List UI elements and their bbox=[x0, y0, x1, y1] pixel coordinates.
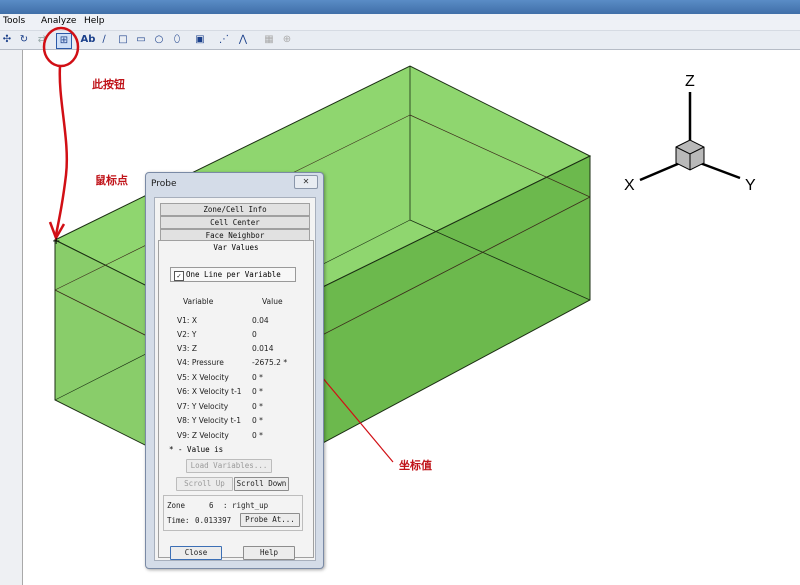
time-value: 0.013397 bbox=[195, 516, 232, 525]
header-variable: Variable bbox=[183, 297, 214, 306]
z-axis-label: Z bbox=[685, 73, 695, 90]
tab-var-values[interactable]: Var Values bbox=[159, 241, 313, 255]
var-values-pane: Var Values ✓ One Line per Variable Variab… bbox=[158, 240, 314, 558]
x-axis-label: X bbox=[624, 177, 635, 194]
red-arrow-line bbox=[54, 65, 69, 236]
tab-cell-center[interactable]: Cell Center bbox=[160, 216, 310, 229]
list-item: V5: X Velocity 0 * bbox=[177, 373, 263, 382]
list-item: V6: X Velocity t-1 0 * bbox=[177, 387, 263, 396]
y-axis-line bbox=[699, 161, 741, 180]
list-item: V9: Z Velocity 0 * bbox=[177, 431, 263, 440]
value-note: * - Value is bbox=[169, 445, 224, 454]
tab-zone-cell-info[interactable]: Zone/Cell Info bbox=[160, 203, 310, 216]
scroll-up-button[interactable]: Scroll Up bbox=[176, 477, 233, 491]
zone-number: 6 bbox=[209, 501, 214, 510]
header-value: Value bbox=[262, 297, 283, 306]
scroll-down-button[interactable]: Scroll Down bbox=[234, 477, 289, 491]
probe-dialog: Probe ✕ Zone/Cell Info Cell Center Face … bbox=[145, 172, 324, 569]
list-item: V8: Y Velocity t-1 0 * bbox=[177, 416, 263, 425]
checkbox-check-icon: ✓ bbox=[174, 271, 184, 281]
annotation-mouse-point: 鼠标点 bbox=[95, 174, 128, 187]
zone-info-box: Zone 6 : right_up Time: 0.013397 Probe A… bbox=[163, 495, 303, 531]
list-item: V3: Z 0.014 bbox=[177, 344, 274, 353]
probe-dialog-title: Probe bbox=[151, 179, 177, 189]
close-button[interactable]: Close bbox=[170, 546, 222, 560]
help-button[interactable]: Help bbox=[243, 546, 295, 560]
list-item: V1: X 0.04 bbox=[177, 316, 269, 325]
zone-label: Zone bbox=[167, 501, 186, 510]
list-item: V4: Pressure -2675.2 * bbox=[177, 358, 288, 367]
list-item: V2: Y0 bbox=[177, 330, 257, 339]
annotation-this-button: 此按钮 bbox=[92, 78, 125, 91]
x-axis-line bbox=[639, 161, 681, 182]
toolbar-highlight-circle bbox=[42, 26, 80, 68]
probe-at-button[interactable]: Probe At... bbox=[240, 513, 300, 527]
zone-name: : right_up bbox=[223, 501, 269, 510]
load-variables-button[interactable]: Load Variables... bbox=[186, 459, 272, 473]
one-line-checkbox[interactable]: ✓ One Line per Variable bbox=[170, 267, 296, 282]
annotation-coordinates: 坐标值 bbox=[399, 459, 432, 472]
probe-dialog-body: Zone/Cell Info Cell Center Face Neighbor… bbox=[154, 197, 316, 561]
close-icon[interactable]: ✕ bbox=[294, 175, 318, 189]
time-label: Time: bbox=[167, 516, 190, 525]
y-axis-label: Y bbox=[745, 177, 756, 194]
list-item: V7: Y Velocity 0 * bbox=[177, 402, 263, 411]
one-line-label: One Line per Variable bbox=[186, 270, 281, 279]
mouse-point-marker: + bbox=[52, 236, 60, 247]
